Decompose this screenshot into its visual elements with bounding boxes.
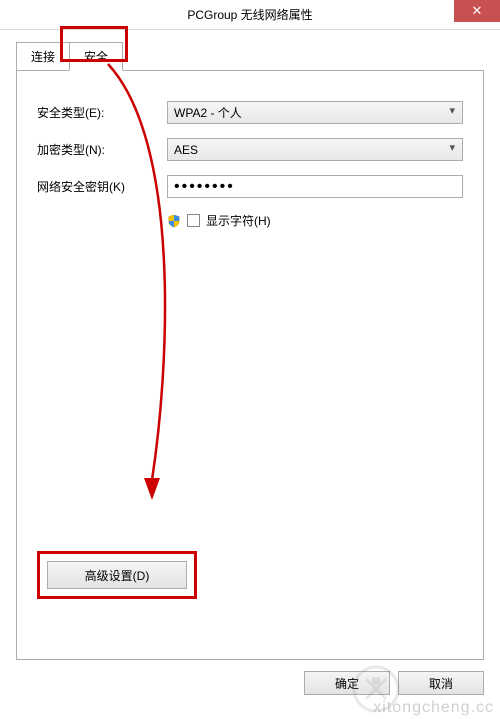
input-network-key[interactable] — [167, 175, 463, 198]
label-security-type: 安全类型(E): — [37, 104, 167, 121]
dialog-button-bar: 确定 取消 — [16, 663, 484, 703]
close-button[interactable]: ✕ — [454, 0, 500, 22]
checkbox-show-chars[interactable] — [187, 214, 200, 227]
cancel-button[interactable]: 取消 — [398, 671, 484, 695]
tab-security-label: 安全 — [84, 50, 108, 64]
row-show-chars: 显示字符(H) — [167, 212, 463, 229]
select-security-type[interactable]: WPA2 - 个人 — [167, 101, 463, 124]
window-title: PCGroup 无线网络属性 — [187, 6, 312, 23]
tab-bar: 连接 安全 — [16, 42, 484, 71]
content-area: 连接 安全 安全类型(E): WPA2 - 个人 加密类型(N): AES — [0, 30, 500, 719]
titlebar: PCGroup 无线网络属性 ✕ — [0, 0, 500, 30]
row-encryption-type: 加密类型(N): AES — [37, 138, 463, 161]
ok-button[interactable]: 确定 — [304, 671, 390, 695]
advanced-settings-button[interactable]: 高级设置(D) — [47, 561, 187, 589]
tab-connect[interactable]: 连接 — [16, 42, 70, 71]
tab-connect-label: 连接 — [31, 50, 55, 64]
label-show-chars: 显示字符(H) — [206, 212, 271, 229]
select-security-type-wrap: WPA2 - 个人 — [167, 101, 463, 124]
uac-shield-icon — [167, 214, 181, 228]
label-network-key: 网络安全密钥(K) — [37, 178, 167, 195]
select-encryption-type-wrap: AES — [167, 138, 463, 161]
row-network-key: 网络安全密钥(K) — [37, 175, 463, 198]
select-encryption-type[interactable]: AES — [167, 138, 463, 161]
advanced-button-wrap: 高级设置(D) — [47, 561, 187, 589]
label-encryption-type: 加密类型(N): — [37, 141, 167, 158]
close-icon: ✕ — [472, 3, 483, 19]
row-security-type: 安全类型(E): WPA2 - 个人 — [37, 101, 463, 124]
tab-panel-security: 安全类型(E): WPA2 - 个人 加密类型(N): AES 网络安全密钥(K… — [16, 70, 484, 660]
tab-security[interactable]: 安全 — [69, 42, 123, 71]
